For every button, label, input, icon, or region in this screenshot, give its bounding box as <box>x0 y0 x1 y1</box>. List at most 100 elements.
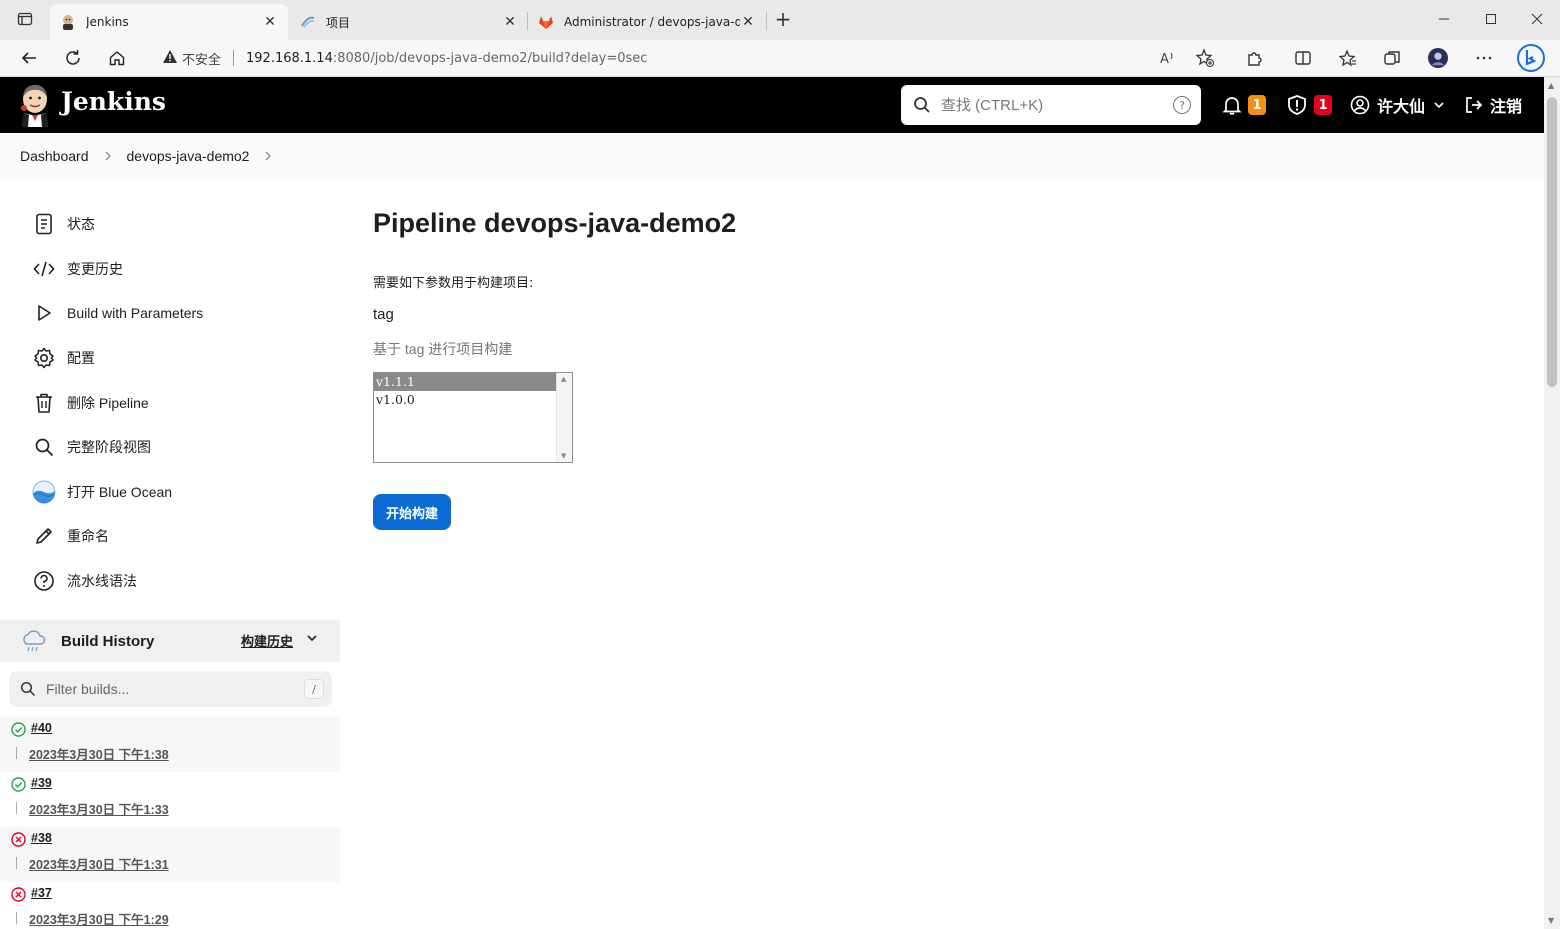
help-icon <box>32 569 56 593</box>
maximize-icon[interactable] <box>1482 10 1500 28</box>
keyboard-shortcut-hint: / <box>304 679 324 699</box>
failure-x-icon <box>11 887 26 902</box>
more-options-icon[interactable] <box>1474 48 1494 68</box>
back-arrow-icon[interactable] <box>19 48 39 68</box>
tab-gitlab[interactable]: Administrator / devops-java-dem ✕ <box>528 4 766 40</box>
build-row-divider <box>16 747 17 759</box>
tab-kuboard[interactable]: 项目 ✕ <box>290 4 528 40</box>
build-date-link[interactable]: 2023年3月30日 下午1:29 <box>29 909 169 928</box>
start-build-button[interactable]: 开始构建 <box>373 494 451 530</box>
scrollbar-thumb[interactable] <box>1547 97 1557 387</box>
listbox-scrollbar[interactable]: ▲ ▼ <box>556 373 572 462</box>
build-date-link[interactable]: 2023年3月30日 下午1:31 <box>29 854 169 873</box>
breadcrumb-job[interactable]: devops-java-demo2 <box>127 148 250 164</box>
close-icon[interactable]: ✕ <box>502 14 518 30</box>
filter-builds-input[interactable] <box>46 681 286 697</box>
extensions-icon[interactable] <box>1245 48 1265 68</box>
refresh-icon[interactable] <box>63 48 83 68</box>
document-icon <box>32 212 56 236</box>
trash-icon <box>32 391 56 415</box>
jenkins-logo-icon[interactable] <box>18 83 52 127</box>
sidebar-item-build-with-parameters[interactable]: Build with Parameters <box>32 298 203 328</box>
browser-address-bar: 不安全 192.168.1.14 :8080/job/devops-java-d… <box>0 40 1560 77</box>
breadcrumb-dashboard[interactable]: Dashboard <box>20 148 89 164</box>
chevron-down-icon <box>1434 102 1444 109</box>
build-number-link[interactable]: #37 <box>31 886 52 900</box>
parameter-name: tag <box>373 306 394 323</box>
build-number-link[interactable]: #38 <box>31 831 52 845</box>
close-icon[interactable]: ✕ <box>262 14 278 30</box>
sidebar-item-pipeline-syntax[interactable]: 流水线语法 <box>32 566 137 596</box>
jenkins-header: Jenkins ? 1 1 许大仙 注销 <box>0 77 1544 133</box>
warning-icon[interactable] <box>162 49 178 68</box>
tab-jenkins[interactable]: Jenkins ✕ <box>50 4 288 40</box>
sidebar-item-configure[interactable]: 配置 <box>32 343 95 373</box>
search-input[interactable] <box>941 96 1161 114</box>
filter-builds-box[interactable]: / <box>9 671 332 707</box>
pencil-icon <box>32 524 56 548</box>
bing-copilot-icon[interactable] <box>1516 43 1546 73</box>
build-date-link[interactable]: 2023年3月30日 下午1:38 <box>29 744 169 763</box>
tag-option[interactable]: v1.0.0 <box>374 391 556 409</box>
favorites-icon[interactable] <box>1338 48 1358 68</box>
scroll-down-arrow-icon[interactable]: ▼ <box>561 452 566 460</box>
tab-divider <box>766 12 767 30</box>
svg-text:A: A <box>1160 52 1169 67</box>
home-icon[interactable] <box>107 48 127 68</box>
read-aloud-icon[interactable]: A <box>1158 48 1178 68</box>
gear-icon <box>32 346 56 370</box>
user-icon <box>1350 95 1370 115</box>
security-label[interactable]: 不安全 <box>182 49 221 68</box>
sidebar-item-blue-ocean[interactable]: 打开 Blue Ocean <box>32 477 172 507</box>
sidebar-item-full-stage-view[interactable]: 完整阶段视图 <box>32 432 151 462</box>
build-date-link[interactable]: 2023年3月30日 下午1:33 <box>29 799 169 818</box>
url-host: 192.168.1.14 <box>246 50 333 66</box>
build-row: #37 2023年3月30日 下午1:29 <box>0 882 340 929</box>
build-row: #40 2023年3月30日 下午1:38 <box>0 717 340 772</box>
sidebar-item-label: 配置 <box>67 350 95 366</box>
sidebar-item-status[interactable]: 状态 <box>32 209 95 239</box>
tab-actions-icon[interactable] <box>16 10 34 28</box>
minimize-icon[interactable] <box>1435 10 1453 28</box>
build-row-divider <box>16 802 17 814</box>
chevron-right-icon[interactable] <box>263 148 273 164</box>
tag-option-selected[interactable]: v1.1.1 <box>374 373 556 391</box>
scroll-down-arrow-icon[interactable]: ▼ <box>1548 916 1554 925</box>
sidebar-item-changes[interactable]: 变更历史 <box>32 254 123 284</box>
chevron-down-icon[interactable] <box>306 632 318 648</box>
weather-cloud-rain-icon <box>21 628 47 654</box>
sidebar-item-delete-pipeline[interactable]: 删除 Pipeline <box>32 388 149 418</box>
build-number-link[interactable]: #40 <box>31 721 52 735</box>
page-scrollbar[interactable]: ▲ ▼ <box>1544 77 1560 929</box>
close-icon[interactable]: ✕ <box>740 14 756 30</box>
play-icon <box>32 301 56 325</box>
code-icon <box>32 257 56 281</box>
build-row: #39 2023年3月30日 下午1:33 <box>0 772 340 827</box>
notifications-button[interactable]: 1 <box>1222 77 1266 133</box>
chevron-right-icon[interactable] <box>103 148 113 164</box>
sidebar-item-label: 打开 Blue Ocean <box>67 484 173 500</box>
profile-avatar-icon[interactable] <box>1428 48 1448 68</box>
split-screen-icon[interactable] <box>1293 48 1313 68</box>
scroll-up-arrow-icon[interactable]: ▲ <box>1548 81 1554 90</box>
scroll-up-arrow-icon[interactable]: ▲ <box>561 375 566 383</box>
add-favorite-icon[interactable] <box>1195 48 1215 68</box>
tag-select-list[interactable]: v1.1.1 v1.0.0 ▲ ▼ <box>373 372 573 463</box>
failure-x-icon <box>11 832 26 847</box>
browser-tab-bar: Jenkins ✕ 项目 ✕ Administrator / devops-ja… <box>0 0 1560 40</box>
new-tab-button[interactable]: + <box>774 7 792 31</box>
logout-button[interactable]: 注销 <box>1464 77 1522 133</box>
collections-icon[interactable] <box>1382 48 1402 68</box>
build-row-divider <box>16 912 17 924</box>
sidebar-item-rename[interactable]: 重命名 <box>32 521 109 551</box>
security-button[interactable]: 1 <box>1286 77 1332 133</box>
search-box[interactable]: ? <box>901 85 1201 125</box>
build-number-link[interactable]: #39 <box>31 776 52 790</box>
brand-title[interactable]: Jenkins <box>61 87 166 116</box>
url-field[interactable]: 不安全 192.168.1.14 :8080/job/devops-java-d… <box>144 43 1234 73</box>
window-close-icon[interactable] <box>1528 10 1546 28</box>
build-trend-link[interactable]: 构建历史 <box>241 631 293 650</box>
user-menu[interactable]: 许大仙 <box>1350 77 1445 133</box>
sidebar-item-label: 流水线语法 <box>67 573 137 589</box>
search-help-icon[interactable]: ? <box>1173 96 1191 114</box>
